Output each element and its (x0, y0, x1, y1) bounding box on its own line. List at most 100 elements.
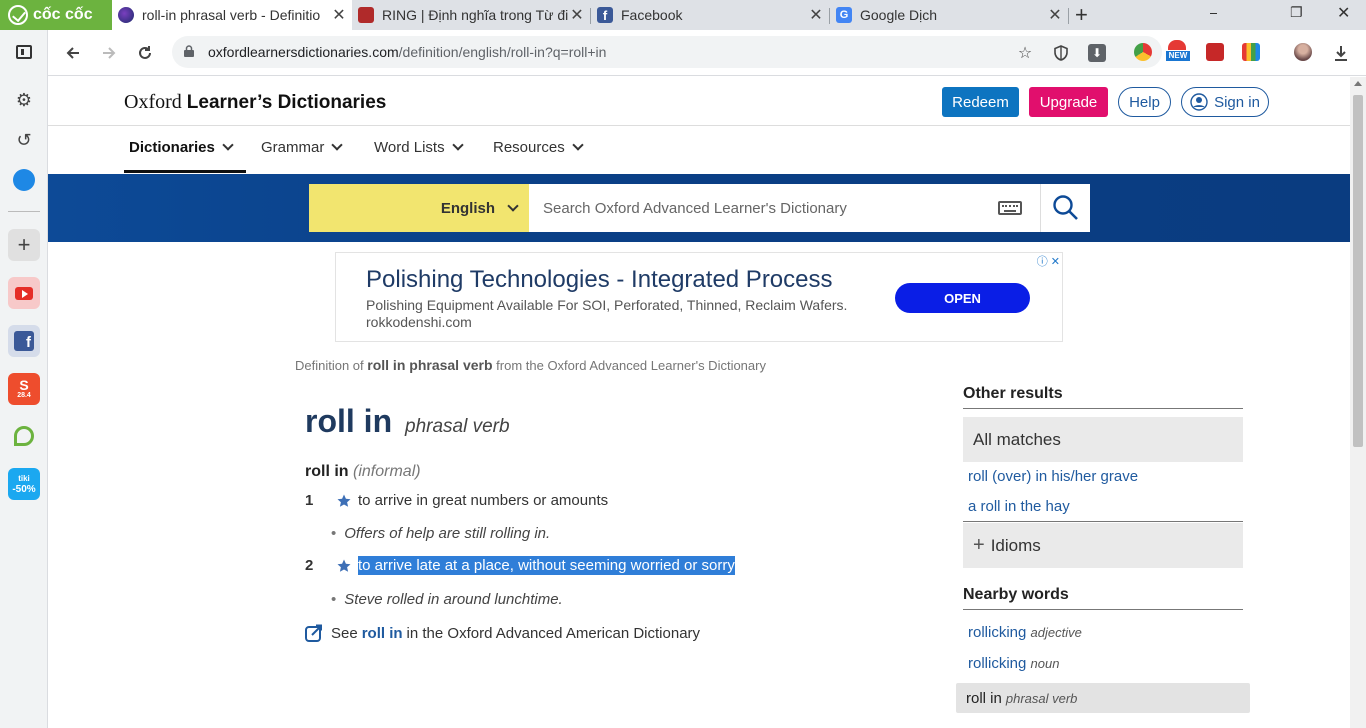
definition-source: Definition of roll in phrasal verb from … (295, 357, 766, 373)
nearby-word-link[interactable]: rollicking adjective (968, 624, 1082, 641)
ad-choices-icon[interactable]: ⓘ ✕ (1037, 253, 1060, 269)
sense-definition-selected: to arrive late at a place, without seemi… (358, 556, 735, 575)
ad-headline[interactable]: Polishing Technologies - Integrated Proc… (366, 266, 833, 294)
phrase-text: roll in (305, 463, 349, 480)
match-link[interactable]: a roll in the hay (968, 498, 1070, 515)
close-tab-icon[interactable]: ✕ (1046, 5, 1064, 25)
help-button[interactable]: Help (1118, 87, 1171, 117)
history-icon[interactable]: ↺ (8, 124, 40, 156)
user-icon (1190, 93, 1208, 111)
see-also-line: See roll in in the Oxford Advanced Ameri… (305, 624, 700, 642)
restore-icon[interactable]: ❐ (1290, 4, 1303, 21)
tiki-icon[interactable]: tiki -50% (8, 468, 40, 500)
browser-sidebar: ⚙ ↺ + f S 28.4 tiki -50% (0, 30, 48, 728)
tab-google-translate[interactable]: G Google Dịch ✕ (830, 0, 1068, 30)
youtube-icon[interactable] (8, 277, 40, 309)
sense-1-example: • Offers of help are still rolling in. (331, 525, 550, 542)
shopee-icon[interactable]: S 28.4 (8, 373, 40, 405)
extension-new-icon[interactable]: NEW (1166, 40, 1190, 61)
back-button[interactable] (60, 40, 86, 66)
nav-label: Resources (493, 139, 565, 156)
match-link[interactable]: roll (over) in his/her grave (968, 468, 1138, 485)
coccoc-menu-button[interactable]: cốc cốc (0, 0, 112, 30)
nav-label: Dictionaries (129, 139, 215, 156)
downloads-icon (1335, 46, 1347, 61)
ad-site: rokkodenshi.com (366, 314, 472, 330)
ad-open-button[interactable]: OPEN (895, 283, 1030, 313)
sign-in-label: Sign in (1214, 93, 1260, 111)
shield-icon[interactable] (1052, 44, 1070, 62)
reload-button[interactable] (132, 40, 158, 66)
download-page-icon[interactable]: ⬇ (1088, 44, 1106, 62)
nav-dictionaries[interactable]: Dictionaries (129, 139, 234, 156)
close-tab-icon[interactable]: ✕ (330, 5, 348, 25)
search-button[interactable] (1041, 184, 1090, 232)
chevron-down-icon (222, 139, 234, 151)
oxford-3000-star-icon[interactable] (337, 494, 351, 508)
add-sidebar-app-icon[interactable]: + (8, 229, 40, 261)
minimize-icon[interactable]: ⎯ (1210, 4, 1217, 21)
chevron-down-icon (331, 139, 344, 151)
sidebar-toggle-icon[interactable] (8, 36, 40, 68)
redeem-button[interactable]: Redeem (942, 87, 1019, 117)
section-divider (963, 609, 1243, 610)
brand-name: cốc cốc (33, 6, 93, 23)
search-icon (1053, 195, 1078, 220)
section-divider (963, 408, 1243, 409)
chevron-down-icon (451, 139, 464, 151)
extension-chrome-icon[interactable] (1134, 43, 1152, 61)
tab-facebook[interactable]: f Facebook ✕ (591, 0, 829, 30)
register-label: (informal) (353, 463, 421, 480)
search-input[interactable] (543, 196, 983, 220)
profile-avatar[interactable] (1294, 43, 1312, 61)
messenger-icon[interactable] (8, 164, 40, 196)
sign-in-button[interactable]: Sign in (1181, 87, 1269, 117)
page-scrollbar[interactable] (1350, 77, 1366, 728)
tab-oxford[interactable]: roll-in phrasal verb - Definitio ✕ (112, 0, 352, 30)
language-label: English (440, 199, 495, 217)
coccoc-logo-icon (8, 5, 28, 25)
close-tab-icon[interactable]: ✕ (568, 5, 586, 25)
site-logo[interactable]: Oxford Learner’s Dictionaries (124, 91, 386, 114)
facebook-icon[interactable]: f (8, 325, 40, 357)
new-tab-button[interactable]: + (1075, 2, 1088, 28)
nearby-word-link[interactable]: rollicking noun (968, 655, 1059, 672)
nav-resources[interactable]: Resources (493, 139, 584, 156)
see-also-link[interactable]: roll in (362, 625, 403, 642)
downloads-button[interactable] (1328, 40, 1354, 66)
close-tab-icon[interactable]: ✕ (807, 5, 825, 25)
example-text: Steve rolled in around lunchtime. (344, 591, 563, 608)
settings-gear-icon[interactable]: ⚙ (8, 84, 40, 116)
section-divider (963, 521, 1243, 522)
omnibox[interactable]: oxfordlearnersdictionaries.com/definitio… (172, 36, 1162, 68)
other-results-title: Other results (963, 385, 1063, 402)
nav-grammar[interactable]: Grammar (261, 139, 344, 156)
leaf-app-icon[interactable] (8, 420, 40, 452)
tab-ring[interactable]: RING | Định nghĩa trong Từ đi ✕ (352, 0, 590, 30)
close-window-icon[interactable]: ✕ (1337, 3, 1350, 23)
header-divider (48, 125, 1350, 126)
forward-button[interactable] (96, 40, 122, 66)
scroll-up-icon[interactable] (1354, 81, 1362, 86)
idioms-toggle[interactable]: + Idioms (963, 523, 1243, 568)
source-prefix: Definition of (295, 358, 368, 373)
lock-icon (184, 45, 194, 57)
oxford-3000-star-icon[interactable] (337, 559, 351, 573)
url-path: /definition/english/roll-in?q=roll+in (398, 44, 607, 60)
see-also-suffix: in the Oxford Advanced American Dictiona… (406, 624, 701, 642)
search-box (529, 184, 1041, 232)
advertisement[interactable]: Polishing Technologies - Integrated Proc… (335, 252, 1063, 342)
all-matches-toggle[interactable]: All matches (963, 417, 1243, 462)
bookmark-star-icon[interactable]: ☆ (1016, 44, 1034, 62)
extension-color-grid-icon[interactable] (1242, 43, 1260, 61)
reload-icon (139, 46, 151, 59)
upgrade-button[interactable]: Upgrade (1029, 87, 1108, 117)
language-select[interactable]: English (309, 184, 529, 232)
scrollbar-thumb[interactable] (1353, 95, 1363, 447)
part-of-speech: phrasal verb (405, 416, 510, 437)
extension-red-icon[interactable] (1206, 43, 1224, 61)
nav-word-lists[interactable]: Word Lists (374, 139, 464, 156)
keyboard-icon[interactable] (998, 201, 1022, 215)
tab-title: Facebook (621, 7, 683, 23)
idioms-label: Idioms (990, 535, 1041, 555)
